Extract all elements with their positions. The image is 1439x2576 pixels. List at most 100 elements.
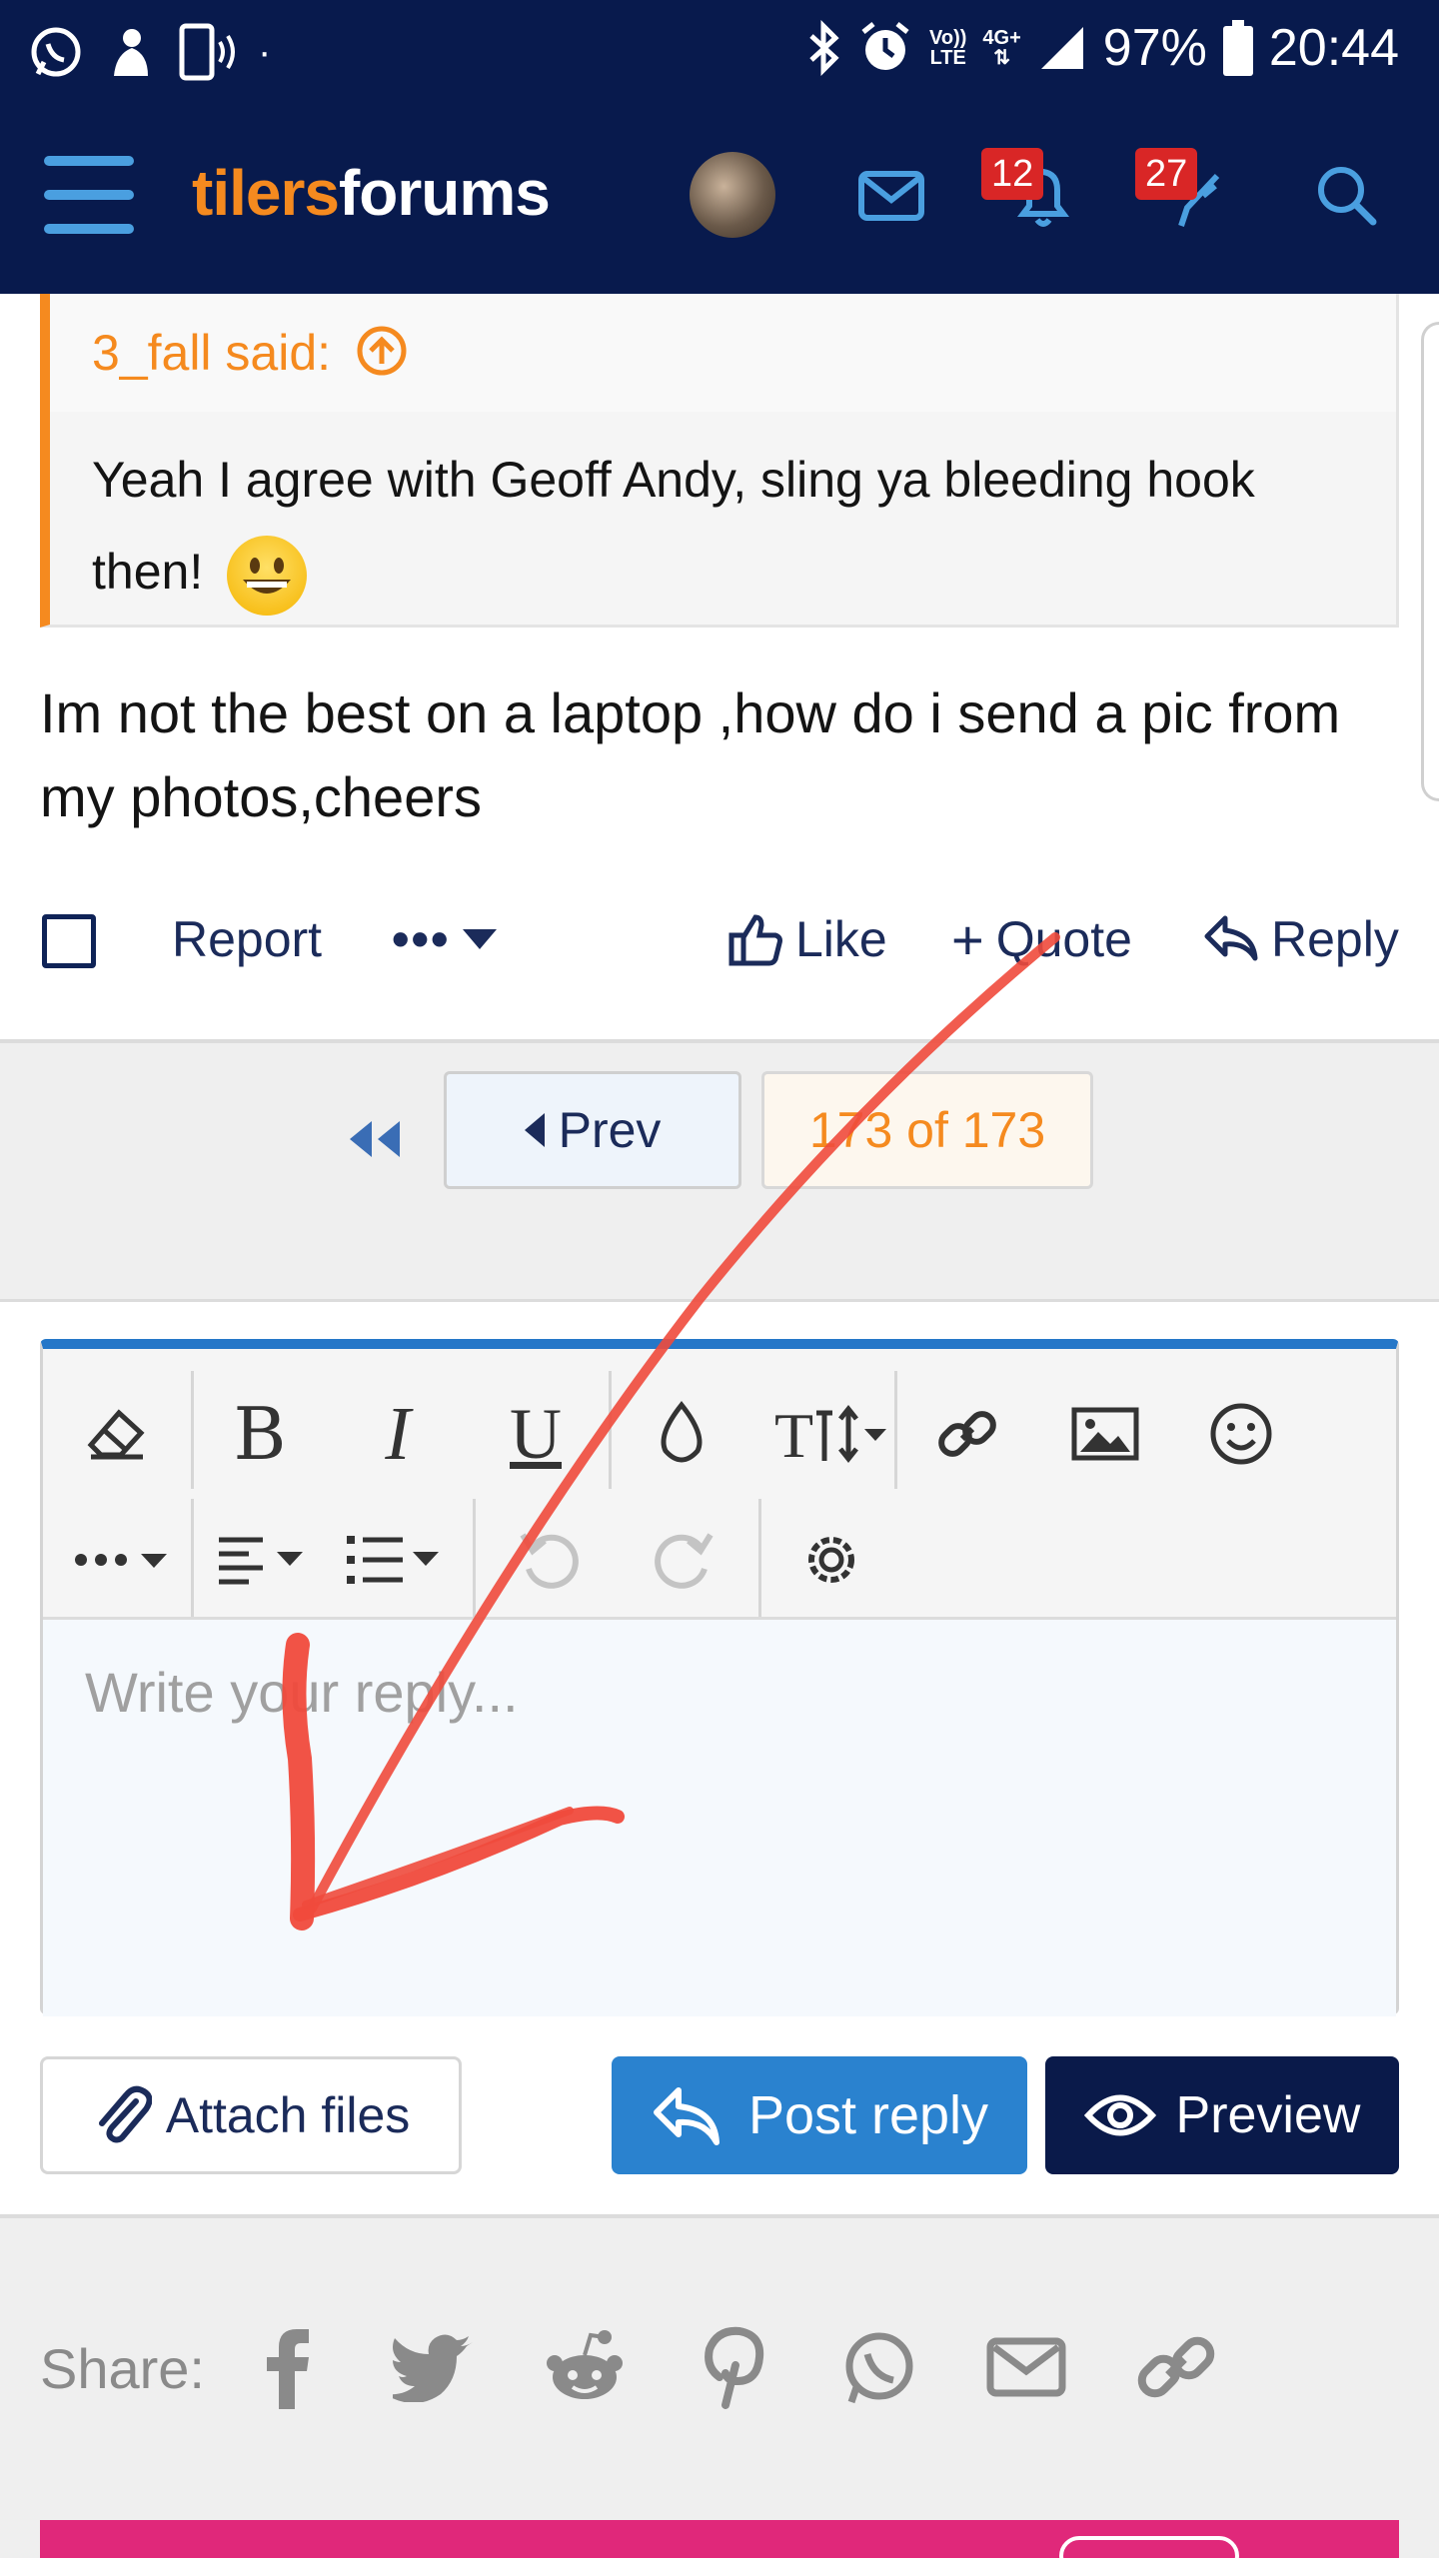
italic-icon: I [385, 1391, 411, 1476]
envelope-icon [986, 2337, 1066, 2397]
share-twitter-button[interactable] [390, 2322, 480, 2412]
insert-link-button[interactable] [922, 1389, 1012, 1479]
quote-block: 3_fall said: Yeah I agree with Geoff And… [40, 294, 1399, 628]
search-icon [1318, 167, 1377, 226]
notification-app-icon [114, 29, 148, 76]
whatsapp-icon [845, 2332, 913, 2404]
quote-author: 3_fall said: [92, 325, 332, 381]
conversations-badge: 27 [1135, 148, 1198, 200]
menu-icon-line [44, 190, 134, 200]
post-actions-bar: Report ••• Like + Quote Reply [0, 899, 1439, 1043]
whatsapp-icon [31, 27, 81, 77]
ellipsis-dropdown-icon [75, 1554, 167, 1568]
italic-button[interactable]: I [353, 1389, 443, 1479]
battery-icon [1222, 20, 1253, 76]
like-button[interactable]: Like [727, 899, 887, 979]
double-chevron-left-icon [350, 1121, 400, 1157]
signal-icon [1040, 27, 1083, 69]
svg-text:T: T [774, 1400, 813, 1469]
menu-button[interactable] [44, 156, 134, 234]
reply-arrow-icon [1204, 915, 1258, 961]
preview-button[interactable]: Preview [1045, 2056, 1399, 2174]
more-formatting-button[interactable] [71, 1515, 181, 1605]
link-icon [938, 1411, 996, 1457]
quote-author-link[interactable]: 3_fall said: [92, 324, 409, 382]
share-reddit-button[interactable] [540, 2322, 630, 2412]
volte-bottom: LTE [929, 47, 966, 69]
underline-button[interactable]: U [491, 1389, 581, 1479]
reply-editor: B I U T [40, 1339, 1399, 2016]
reply-input[interactable] [43, 1620, 1396, 2016]
list-button[interactable] [343, 1515, 453, 1605]
user-avatar[interactable] [690, 152, 775, 238]
droplet-icon [661, 1400, 703, 1463]
redo-button[interactable] [639, 1515, 728, 1605]
site-logo[interactable]: tilersforums [192, 156, 551, 230]
nav-bar: tilersforums 12 27 [0, 100, 1439, 294]
bold-button[interactable]: B [215, 1389, 305, 1479]
share-facebook-button[interactable] [244, 2322, 334, 2412]
first-page-button[interactable] [344, 1109, 404, 1169]
quote-button[interactable]: + Quote [951, 899, 1132, 979]
smiley-icon [1210, 1403, 1272, 1465]
insert-image-button[interactable] [1060, 1389, 1150, 1479]
editor-settings-button[interactable] [786, 1515, 876, 1605]
prev-page-button[interactable]: Prev [444, 1071, 741, 1189]
data-arrows-icon: ⇅ [993, 47, 1010, 69]
insert-smilie-button[interactable] [1196, 1389, 1286, 1479]
toolbar-separator [191, 1371, 194, 1489]
phone-vibrate-icon [179, 23, 235, 81]
eraser-icon [87, 1409, 145, 1460]
report-label: Report [172, 911, 323, 967]
image-icon [1071, 1407, 1139, 1461]
select-post-checkbox[interactable] [42, 914, 96, 968]
menu-icon-line [44, 224, 134, 234]
chevron-down-icon [462, 929, 497, 949]
more-options-button[interactable]: ••• [392, 899, 497, 979]
toolbar-separator [609, 1371, 612, 1489]
reply-button[interactable]: Reply [1203, 899, 1399, 979]
redo-icon [655, 1533, 714, 1589]
font-size-icon: T [774, 1400, 886, 1469]
bold-icon: B [233, 1392, 287, 1476]
clear-formatting-button[interactable] [71, 1389, 161, 1479]
font-size-button[interactable]: T [770, 1389, 890, 1479]
status-dot: · [258, 29, 272, 74]
alignment-button[interactable] [213, 1515, 323, 1605]
chevron-left-icon [524, 1113, 545, 1147]
status-bar-right: Vo)) LTE 4G+ ⇅ 97% 20:44 [805, 18, 1399, 78]
toolbar-separator [758, 1499, 761, 1617]
battery-percent: 97% [1102, 19, 1207, 77]
report-button[interactable]: Report [172, 899, 322, 979]
volte-indicator: Vo)) LTE [929, 28, 966, 68]
post-reply-button[interactable]: Post reply [612, 2056, 1027, 2174]
alerts-button[interactable]: 12 [981, 148, 1083, 236]
inbox-button[interactable] [851, 156, 931, 236]
share-pinterest-button[interactable] [686, 2322, 775, 2412]
grinning-emoji-icon [227, 535, 308, 616]
share-whatsapp-button[interactable] [833, 2322, 923, 2412]
reddit-icon [547, 2330, 623, 2399]
share-email-button[interactable] [981, 2322, 1071, 2412]
thumbs-up-icon [728, 914, 782, 966]
facebook-icon [267, 2329, 309, 2409]
more-label: ••• [392, 911, 451, 967]
link-icon [1137, 2336, 1215, 2398]
attach-files-button[interactable]: Attach files [40, 2056, 462, 2174]
like-label: Like [795, 911, 887, 967]
conversations-button[interactable]: 27 [1135, 148, 1237, 236]
page-indicator[interactable]: 173 of 173 [761, 1071, 1093, 1189]
eye-icon [1083, 2094, 1156, 2136]
toolbar-separator [473, 1499, 476, 1617]
search-button[interactable] [1307, 156, 1387, 236]
post-body: Im not the best on a laptop ,how do i se… [40, 681, 1341, 828]
envelope-icon [858, 171, 924, 221]
toolbar-separator [894, 1371, 897, 1489]
network-gen-indicator: 4G+ ⇅ [982, 28, 1020, 68]
preview-label: Preview [1175, 2086, 1361, 2144]
clock: 20:44 [1268, 19, 1399, 77]
undo-button[interactable] [505, 1515, 595, 1605]
menu-icon-line [44, 156, 134, 166]
share-link-button[interactable] [1131, 2322, 1221, 2412]
text-color-button[interactable] [637, 1389, 726, 1479]
